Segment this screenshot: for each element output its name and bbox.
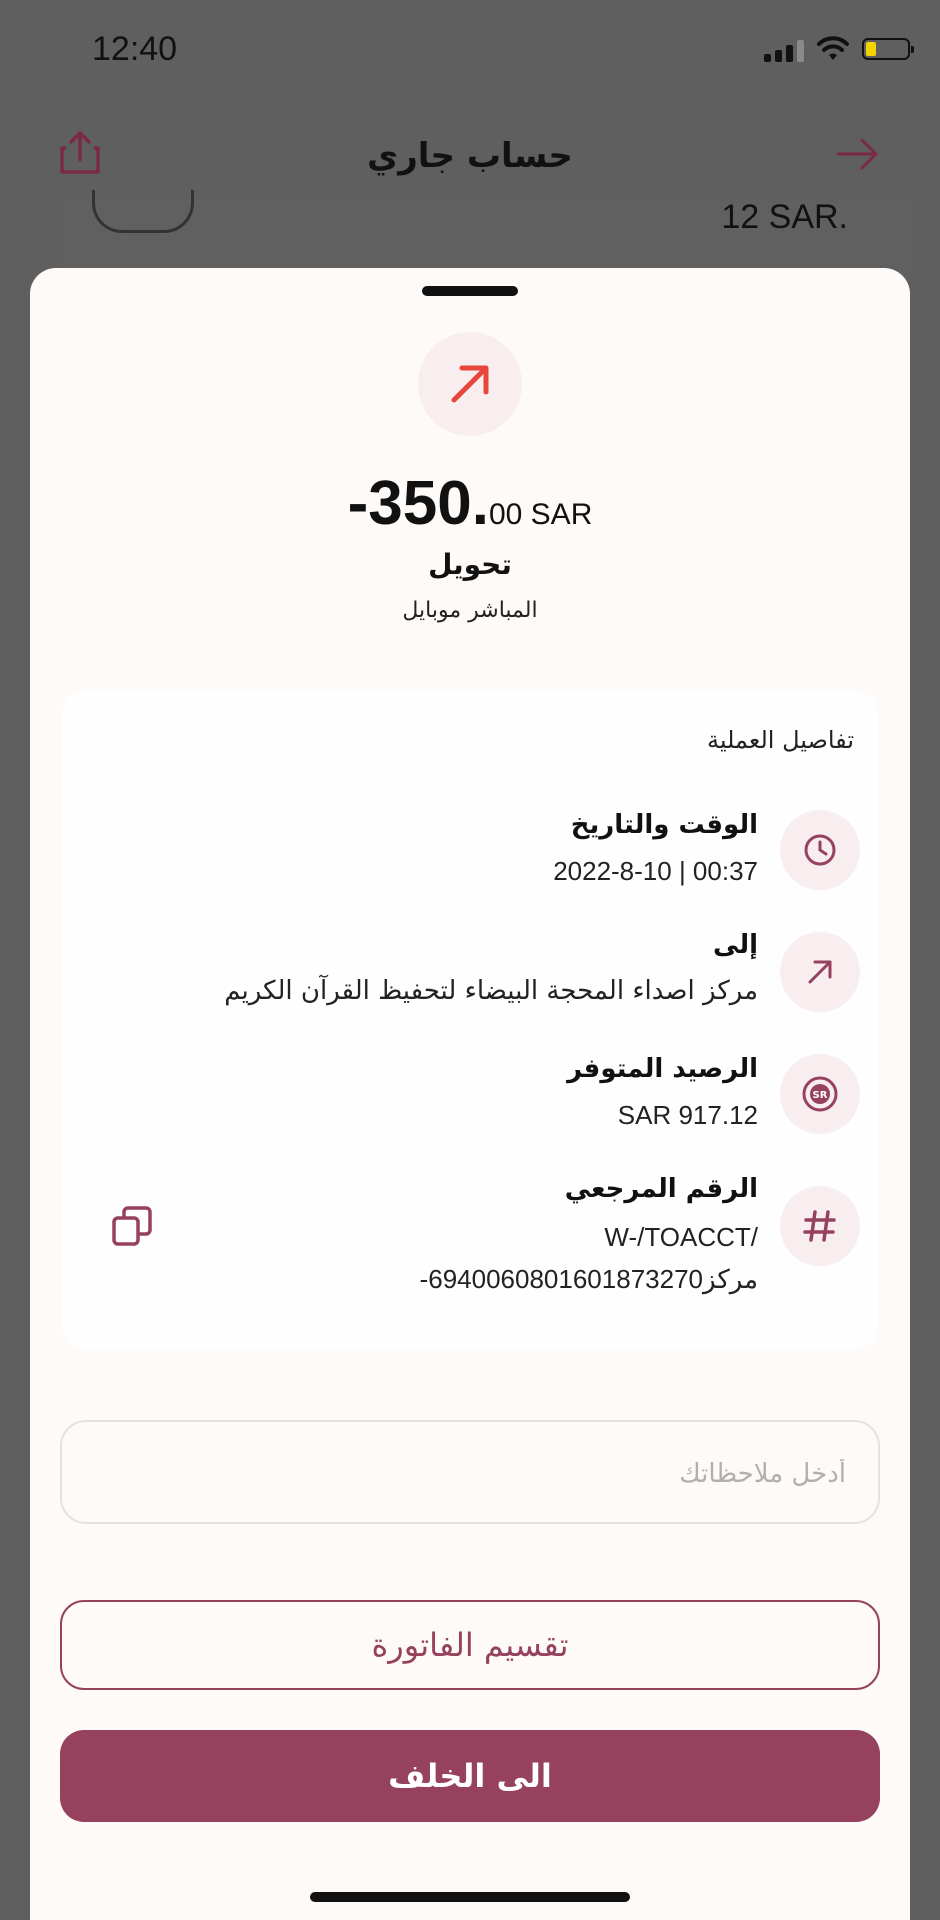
- detail-value: 2022-8-10 | 00:37: [553, 856, 758, 886]
- sheet-grabber[interactable]: [422, 286, 518, 296]
- transaction-type: تحويل: [428, 548, 512, 581]
- amount-main: -350.: [347, 469, 489, 538]
- notes-input[interactable]: [82, 1450, 848, 1498]
- detail-label: الرقم المرجعي: [564, 1174, 758, 1204]
- status-time: 12:40: [92, 30, 178, 68]
- copy-icon[interactable]: [110, 1204, 154, 1248]
- notes-field[interactable]: [60, 1420, 880, 1524]
- background-pill: [92, 190, 194, 233]
- battery-icon: [862, 38, 914, 60]
- detail-value: SAR 917.12: [617, 1100, 758, 1130]
- reference-line-1: W-/TOACCT/: [604, 1222, 758, 1252]
- home-indicator: [310, 1892, 630, 1902]
- signal-icon: [764, 36, 804, 62]
- arrow-right-icon[interactable]: [834, 134, 882, 174]
- arrow-up-right-icon: [780, 932, 860, 1012]
- detail-label: الرصيد المتوفر: [567, 1054, 758, 1084]
- details-title: تفاصيل العملية: [706, 726, 854, 754]
- back-button[interactable]: الى الخلف: [60, 1730, 880, 1822]
- status-icons: [764, 36, 914, 62]
- transaction-channel: المباشر موبايل: [402, 598, 538, 623]
- transaction-amount: -350.00 SAR: [30, 468, 910, 539]
- svg-text:SR: SR: [813, 1090, 828, 1101]
- detail-label: الوقت والتاريخ: [570, 810, 758, 840]
- clock-icon: [780, 810, 860, 890]
- detail-label: إلى: [713, 930, 758, 960]
- hash-icon: [780, 1186, 860, 1266]
- split-bill-button[interactable]: تقسيم الفاتورة: [60, 1600, 880, 1690]
- wifi-icon: [817, 36, 849, 60]
- detail-value: مركز اصداء المحجة البيضاء لتحفيظ القرآن …: [224, 976, 758, 1006]
- background-amount: 12 SAR.: [721, 198, 848, 236]
- details-card: تفاصيل العملية الوقت والتاريخ 2022-8-10 …: [62, 690, 878, 1350]
- transfer-out-icon: [418, 332, 522, 436]
- background-title: حساب جاري: [367, 136, 573, 176]
- sar-coin-icon: SR: [780, 1054, 860, 1134]
- transaction-sheet: -350.00 SAR تحويل المباشر موبايل تفاصيل …: [30, 268, 910, 1920]
- reference-line-2: -مركز6940060801601873270: [419, 1264, 758, 1294]
- amount-fraction: 00 SAR: [488, 498, 593, 531]
